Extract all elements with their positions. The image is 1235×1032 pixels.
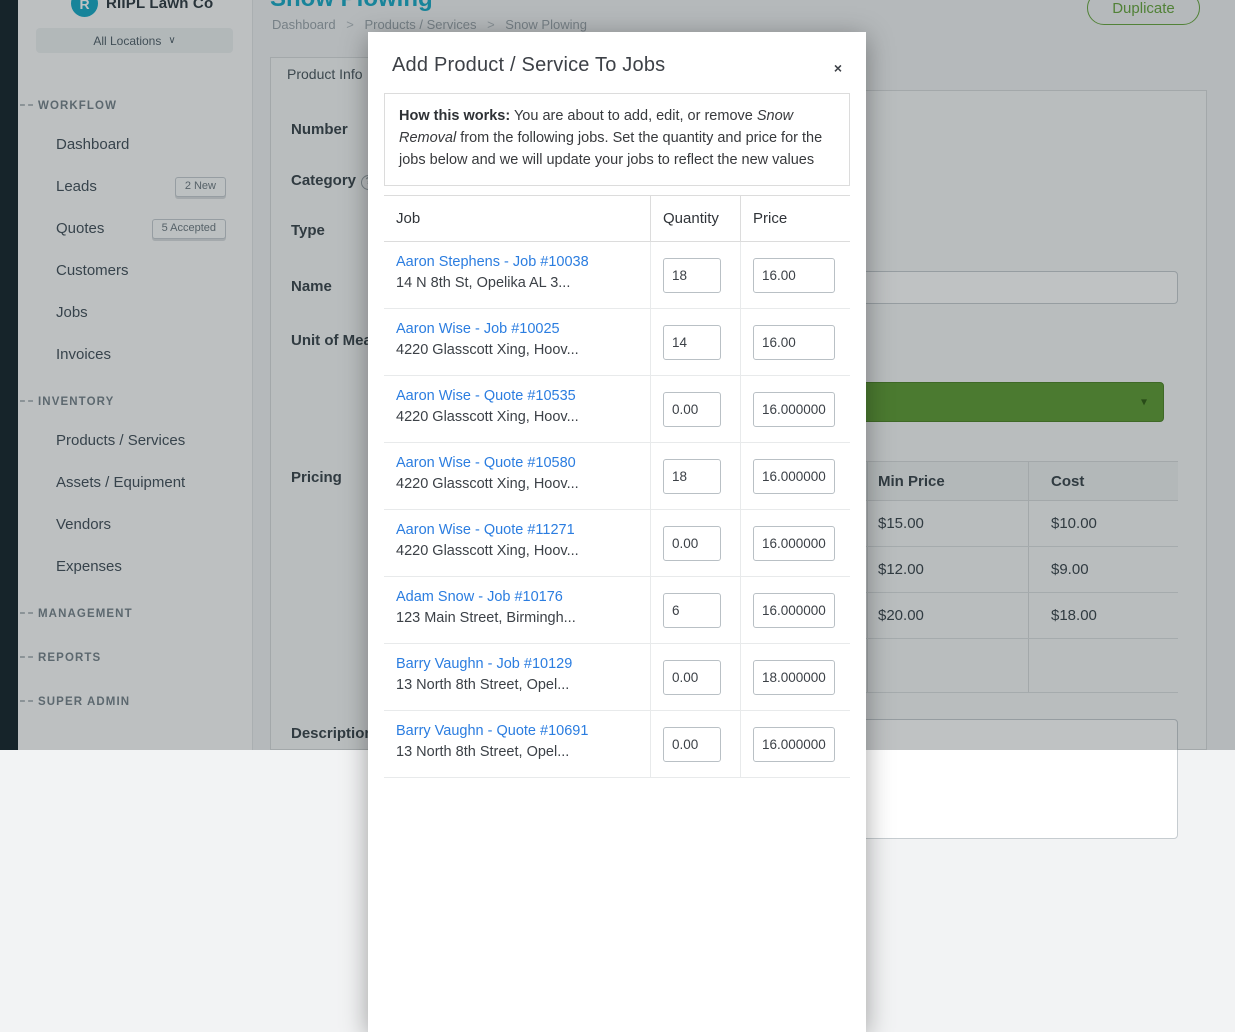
price-cell (740, 242, 850, 308)
quantity-input[interactable] (663, 459, 721, 494)
price-input[interactable] (753, 593, 835, 628)
job-cell: Aaron Wise - Quote #10580 4220 Glasscott… (384, 443, 650, 509)
job-row: Barry Vaughn - Quote #10691 13 North 8th… (384, 711, 850, 778)
price-cell (740, 644, 850, 710)
jobs-header-job: Job (384, 196, 650, 241)
quantity-cell (650, 309, 740, 375)
job-cell: Aaron Wise - Job #10025 4220 Glasscott X… (384, 309, 650, 375)
job-link[interactable]: Aaron Wise - Quote #10535 (396, 388, 642, 404)
job-address: 13 North 8th Street, Opel... (396, 744, 642, 760)
quantity-input[interactable] (663, 325, 721, 360)
price-input[interactable] (753, 392, 835, 427)
price-cell (740, 711, 850, 777)
quantity-input[interactable] (663, 660, 721, 695)
job-cell: Barry Vaughn - Quote #10691 13 North 8th… (384, 711, 650, 777)
job-link[interactable]: Barry Vaughn - Quote #10691 (396, 723, 642, 739)
jobs-header-price: Price (740, 196, 850, 241)
modal-header: Add Product / Service To Jobs × (368, 32, 866, 93)
job-row: Aaron Stephens - Job #10038 14 N 8th St,… (384, 242, 850, 309)
job-row: Adam Snow - Job #10176 123 Main Street, … (384, 577, 850, 644)
price-cell (740, 577, 850, 643)
job-address: 14 N 8th St, Opelika AL 3... (396, 275, 642, 291)
price-input[interactable] (753, 727, 835, 762)
job-cell: Aaron Wise - Quote #10535 4220 Glasscott… (384, 376, 650, 442)
jobs-header-quantity: Quantity (650, 196, 740, 241)
job-address: 4220 Glasscott Xing, Hoov... (396, 476, 642, 492)
job-address: 4220 Glasscott Xing, Hoov... (396, 409, 642, 425)
quantity-cell (650, 711, 740, 777)
quantity-input[interactable] (663, 593, 721, 628)
job-link[interactable]: Aaron Wise - Quote #11271 (396, 522, 642, 538)
quantity-cell (650, 376, 740, 442)
price-input[interactable] (753, 325, 835, 360)
job-link[interactable]: Aaron Wise - Quote #10580 (396, 455, 642, 471)
quantity-cell (650, 510, 740, 576)
quantity-input[interactable] (663, 258, 721, 293)
job-cell: Aaron Wise - Quote #11271 4220 Glasscott… (384, 510, 650, 576)
quantity-input[interactable] (663, 727, 721, 762)
quantity-input[interactable] (663, 526, 721, 561)
job-link[interactable]: Aaron Wise - Job #10025 (396, 321, 642, 337)
price-input[interactable] (753, 660, 835, 695)
quantity-cell (650, 242, 740, 308)
quantity-cell (650, 577, 740, 643)
job-link[interactable]: Barry Vaughn - Job #10129 (396, 656, 642, 672)
intro-bold: How this works: (399, 108, 510, 124)
job-link[interactable]: Aaron Stephens - Job #10038 (396, 254, 642, 270)
job-address: 4220 Glasscott Xing, Hoov... (396, 342, 642, 358)
price-input[interactable] (753, 459, 835, 494)
price-cell (740, 443, 850, 509)
price-cell (740, 376, 850, 442)
job-address: 123 Main Street, Birmingh... (396, 610, 642, 626)
price-input[interactable] (753, 258, 835, 293)
modal-title: Add Product / Service To Jobs (392, 54, 842, 77)
job-link[interactable]: Adam Snow - Job #10176 (396, 589, 642, 605)
job-address: 13 North 8th Street, Opel... (396, 677, 642, 693)
job-row: Aaron Wise - Quote #10535 4220 Glasscott… (384, 376, 850, 443)
intro-text-2: from the following jobs. Set the quantit… (399, 130, 822, 168)
job-row: Aaron Wise - Quote #10580 4220 Glasscott… (384, 443, 850, 510)
quantity-cell (650, 443, 740, 509)
job-cell: Adam Snow - Job #10176 123 Main Street, … (384, 577, 650, 643)
job-cell: Aaron Stephens - Job #10038 14 N 8th St,… (384, 242, 650, 308)
close-icon[interactable]: × (828, 58, 848, 78)
job-address: 4220 Glasscott Xing, Hoov... (396, 543, 642, 559)
job-row: Aaron Wise - Job #10025 4220 Glasscott X… (384, 309, 850, 376)
jobs-table: Job Quantity Price Aaron Stephens - Job … (384, 195, 850, 778)
job-row: Barry Vaughn - Job #10129 13 North 8th S… (384, 644, 850, 711)
add-product-to-jobs-modal: Add Product / Service To Jobs × How this… (368, 32, 866, 1032)
job-row: Aaron Wise - Quote #11271 4220 Glasscott… (384, 510, 850, 577)
job-cell: Barry Vaughn - Job #10129 13 North 8th S… (384, 644, 650, 710)
price-input[interactable] (753, 526, 835, 561)
price-cell (740, 510, 850, 576)
modal-intro: How this works: You are about to add, ed… (384, 93, 850, 186)
jobs-table-header: Job Quantity Price (384, 195, 850, 242)
quantity-cell (650, 644, 740, 710)
intro-text-1: You are about to add, edit, or remove (510, 108, 757, 124)
quantity-input[interactable] (663, 392, 721, 427)
price-cell (740, 309, 850, 375)
